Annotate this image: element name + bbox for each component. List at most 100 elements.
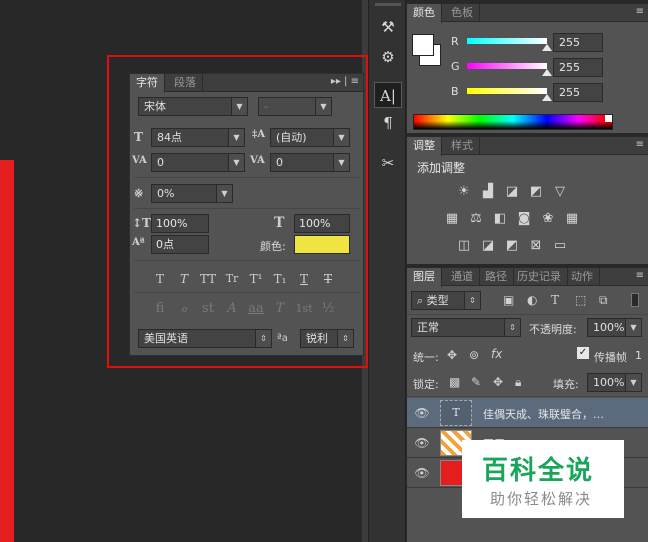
tool-presets-icon[interactable]: ✂ [374,150,402,176]
exposure-icon[interactable]: ◩ [527,184,545,200]
watermark-title: 百科全说 [482,456,595,486]
red-slider-thumb[interactable] [542,44,552,51]
filter-type-icon[interactable]: T [551,293,559,307]
lock-pixels-icon[interactable]: ✎ [471,375,481,389]
spectrum-white-swatch[interactable] [605,115,612,122]
highlight-frame [107,55,368,368]
tab-actions[interactable]: 动作 [565,268,600,286]
lock-position-icon[interactable]: ✥ [493,375,503,389]
opacity-select[interactable]: 100% ▼ [587,318,642,337]
blue-slider-track[interactable] [467,88,547,94]
watermark-subtitle: 助你轻松解决 [490,490,593,508]
unify-visibility-icon[interactable]: ⊚ [469,348,479,362]
blue-value-input[interactable]: 255 [553,83,603,102]
tab-channels[interactable]: 通道 [445,268,480,286]
lock-label: 锁定: [413,378,439,391]
eye-icon[interactable]: 👁︎ [413,406,431,420]
layer-row-text[interactable]: 👁︎ T 佳偶天成、珠联璧合，… [407,398,648,428]
foreground-color-swatch[interactable] [412,34,434,56]
divider [407,396,648,397]
tab-layers[interactable]: 图层 [407,268,442,287]
gradient-map-icon[interactable]: ▭ [551,238,569,254]
filter-toggle[interactable] [631,293,639,307]
green-channel-label: G [451,60,460,73]
posterize-icon[interactable]: ◪ [479,238,497,254]
layer-filter-select[interactable]: ⌕ 类型 ⇕ [411,291,481,310]
blue-slider-row: B 255 [451,83,647,103]
fill-label: 填充: [553,378,579,391]
filter-pixel-icon[interactable]: ▣ [503,293,514,307]
chevron-updown-icon: ⇕ [504,319,520,336]
eye-icon[interactable]: 👁︎ [413,436,431,450]
tab-styles[interactable]: 样式 [445,137,480,155]
lock-transparent-icon[interactable]: ▩ [449,375,460,389]
layers-panel-tabbar: 图层 通道 路径 历史记录 动作 ≡ [407,268,648,287]
green-slider-track[interactable] [467,63,547,69]
text-layer-thumbnail: T [440,400,472,426]
black-white-icon[interactable]: ◧ [491,211,509,227]
panel-menu-icon[interactable]: ≡ [636,139,644,150]
clone-source-icon[interactable]: ⚙ [374,44,402,70]
chevron-down-icon: ▼ [625,319,641,336]
fill-select[interactable]: 100% ▼ [587,373,642,392]
color-balance-icon[interactable]: ⚖ [467,211,485,227]
levels-icon[interactable]: ▟ [479,184,497,200]
blue-channel-label: B [451,85,459,98]
red-value-input[interactable]: 255 [553,33,603,52]
color-lookup-icon[interactable]: ▦ [563,211,581,227]
search-icon: ⌕ [417,294,427,307]
red-channel-label: R [451,35,459,48]
unify-style-icon[interactable]: fx [491,347,502,361]
tab-swatches[interactable]: 色板 [445,4,480,22]
curves-icon[interactable]: ◪ [503,184,521,200]
blend-mode-value: 正常 [417,321,439,334]
vibrance-icon[interactable]: ▽ [551,184,569,200]
photo-filter-icon[interactable]: ◙ [515,211,533,227]
propagate-checkbox[interactable]: ✓ [577,347,589,359]
panel-menu-icon[interactable]: ≡ [636,270,644,281]
blue-slider-thumb[interactable] [542,94,552,101]
opacity-value: 100% [593,321,625,334]
hue-saturation-icon[interactable]: ▦ [443,211,461,227]
tab-history[interactable]: 历史记录 [511,268,568,286]
propagate-label: 传播帧 [594,351,627,364]
tab-paths[interactable]: 路径 [479,268,514,286]
unify-label: 统一: [413,351,439,364]
color-spectrum-bar[interactable] [413,114,613,130]
tab-color[interactable]: 颜色 [407,4,442,23]
filter-smart-object-icon[interactable]: ⧉ [599,293,608,308]
chevron-updown-icon: ⇕ [464,292,480,309]
panel-icon-strip: ⚒ ⚙ A| ¶ ✂ [368,0,406,542]
red-slider-row: R 255 [451,33,647,53]
green-value-input[interactable]: 255 [553,58,603,77]
eye-icon[interactable]: 👁︎ [413,466,431,480]
lock-all-icon[interactable]: 🔒︎ [515,375,521,390]
strip-grip [375,3,401,6]
selective-color-icon[interactable]: ⊠ [527,238,545,254]
canvas-red-shape [0,160,14,542]
adjustments-panel-tabbar: 调整 样式 ≡ [407,137,648,156]
blend-mode-select[interactable]: 正常 ⇕ [411,318,521,337]
add-adjustment-heading: 添加调整 [417,161,466,175]
watermark-logo: 百科全说 助你轻松解决 [462,440,624,518]
green-slider-thumb[interactable] [542,69,552,76]
brightness-contrast-icon[interactable]: ☀ [455,184,473,200]
invert-icon[interactable]: ◫ [455,238,473,254]
panel-menu-icon[interactable]: ≡ [636,6,644,17]
unify-position-icon[interactable]: ✥ [447,348,457,362]
layer-name[interactable]: 佳偶天成、珠联璧合，… [483,406,604,422]
filter-adjustment-icon[interactable]: ◐ [527,293,537,307]
red-slider-track[interactable] [467,38,547,44]
tab-adjustments[interactable]: 调整 [407,137,442,156]
character-panel-icon[interactable]: A| [374,82,402,108]
threshold-icon[interactable]: ◩ [503,238,521,254]
color-panel: 颜色 色板 ≡ R 255 G 255 B 255 [407,3,648,133]
channel-mixer-icon[interactable]: ❀ [539,211,557,227]
brush-presets-icon[interactable]: ⚒ [374,14,402,40]
chevron-down-icon: ▼ [625,374,641,391]
color-panel-tabbar: 颜色 色板 ≡ [407,4,648,23]
paragraph-panel-icon[interactable]: ¶ [374,110,402,136]
green-slider-row: G 255 [451,58,647,78]
opacity-label: 不透明度: [529,323,577,336]
filter-shape-icon[interactable]: ⬚ [575,293,586,307]
